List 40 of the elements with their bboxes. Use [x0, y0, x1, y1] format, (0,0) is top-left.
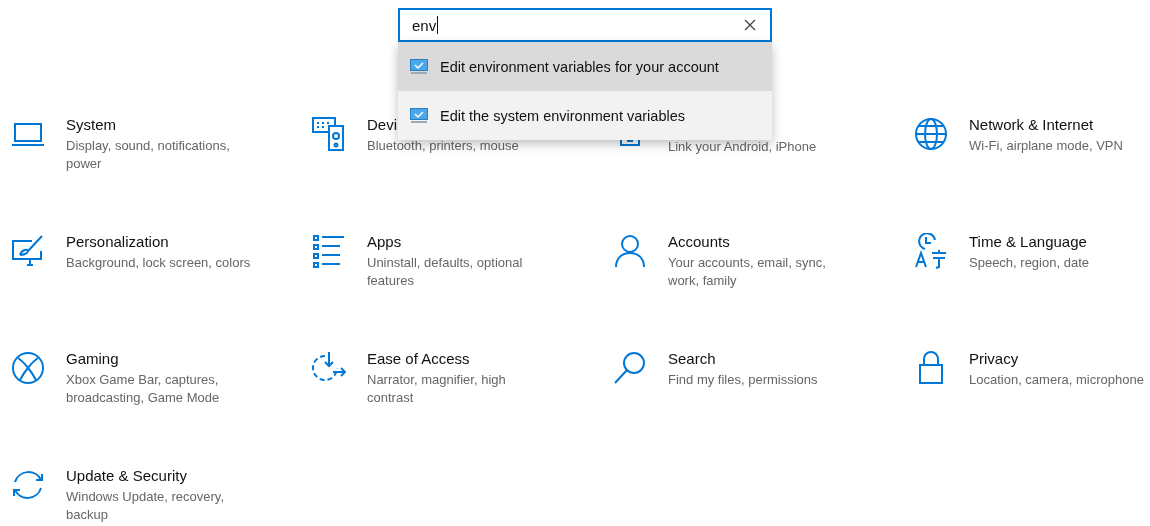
category-title[interactable]: Ease of Access [367, 350, 470, 367]
category-title[interactable]: Gaming [66, 350, 119, 367]
category-description: Link your Android, iPhone [668, 138, 817, 156]
close-icon[interactable] [744, 19, 756, 31]
suggestion-item[interactable]: Edit environment variables for your account [398, 42, 772, 91]
xbox-icon [10, 350, 46, 386]
category-description: Bluetooth, printers, mouse [367, 137, 519, 155]
clock-language-icon [913, 233, 949, 269]
monitor-icon [410, 58, 428, 75]
category-description: Xbox Game Bar, captures, broadcasting, Game Mode [66, 371, 221, 407]
category-title[interactable]: Update & Security [66, 467, 187, 484]
category-title[interactable]: Network & Internet [969, 116, 1094, 133]
search-value: env [412, 16, 437, 34]
globe-icon [913, 116, 949, 152]
category-title[interactable]: Apps [367, 233, 402, 250]
category-title[interactable]: Search [668, 350, 716, 367]
category-description: Find my files, permissions [668, 371, 818, 389]
category-description: Narrator, magnifier, high contrast [367, 371, 507, 407]
category-title[interactable]: Personalization [66, 233, 169, 250]
category-title[interactable]: System [66, 116, 116, 133]
category-description: Your accounts, email, sync, work, family [668, 254, 827, 290]
category-title[interactable]: Accounts [668, 233, 730, 250]
monitor-icon [410, 107, 428, 124]
search-field[interactable]: env [398, 8, 772, 42]
category-description: Location, camera, microphone [969, 371, 1144, 389]
category-description: Uninstall, defaults, optional features [367, 254, 524, 290]
suggestion-item[interactable]: Edit the system environment variables [398, 91, 772, 140]
keyboard-speaker-icon [311, 116, 347, 152]
category-description: Windows Update, recovery, backup [66, 488, 225, 524]
category-title[interactable]: Devi [367, 116, 397, 133]
search-icon [612, 350, 648, 386]
person-icon [612, 233, 648, 269]
category-description: Background, lock screen, colors [66, 254, 251, 272]
category-description: Display, sound, notifications, power [66, 137, 231, 173]
monitor-brush-icon [10, 233, 46, 269]
category-description: Speech, region, date [969, 254, 1089, 272]
category-description: Wi-Fi, airplane mode, VPN [969, 137, 1123, 155]
list-icon [311, 233, 347, 269]
category-title[interactable]: Privacy [969, 350, 1019, 367]
category-title[interactable]: Time & Language [969, 233, 1087, 250]
